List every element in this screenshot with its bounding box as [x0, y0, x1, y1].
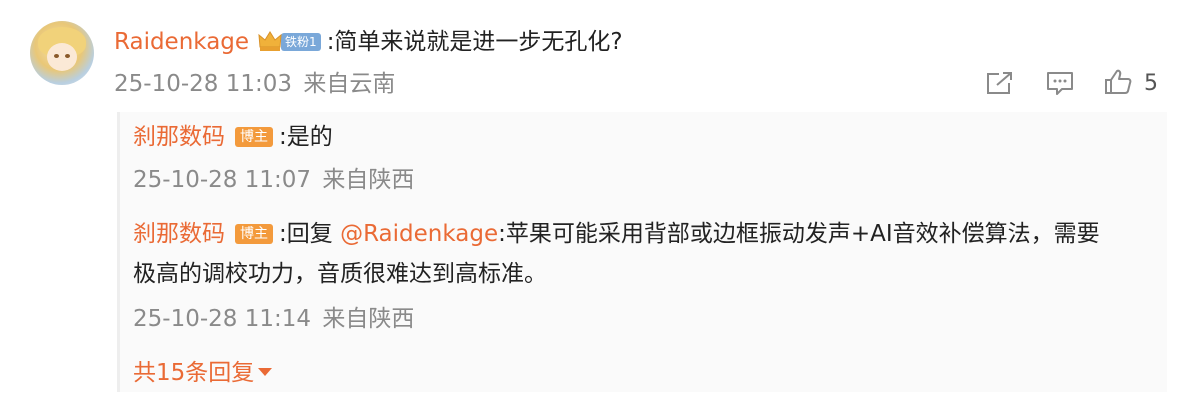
share-icon[interactable]: [985, 70, 1015, 96]
like-icon[interactable]: [1104, 68, 1134, 96]
comment-meta: 25-10-28 11:03 来自云南: [114, 69, 395, 99]
reply-text-line1: :苹果可能采用背部或边框振动发声+AI音效补偿算法，需要: [498, 221, 1100, 247]
reply-prefix: :回复: [279, 221, 341, 247]
reply-text-line2: 极高的调校功力，音质很难达到高标准。: [133, 261, 547, 287]
reply-time: 25-10-28 11:14: [133, 306, 311, 332]
avatar[interactable]: [30, 21, 94, 85]
reply-time: 25-10-28 11:07: [133, 167, 311, 193]
reply-text: :是的: [279, 124, 333, 150]
fan-badge[interactable]: 铁粉1: [281, 33, 321, 51]
comment-location: 来自云南: [303, 71, 396, 97]
reply-author[interactable]: 刹那数码: [133, 221, 225, 247]
like-count: 5: [1144, 71, 1158, 96]
mention-link[interactable]: @Raidenkage: [340, 221, 498, 247]
host-badge: 博主: [235, 224, 273, 244]
comment-time: 25-10-28 11:03: [114, 71, 292, 97]
reply-divider: [117, 112, 120, 392]
reply-2-meta: 25-10-28 11:14 来自陕西: [133, 304, 414, 334]
reply-2: 刹那数码 博主 :回复 @Raidenkage:苹果可能采用背部或边框振动发声+AI…: [133, 219, 1100, 249]
reply-location: 来自陕西: [322, 167, 415, 193]
comment-header: Raidenkage 铁粉1 :简单来说就是进一步无孔化?: [114, 27, 623, 57]
more-replies-link[interactable]: 共15条回复: [133, 358, 273, 388]
comment-text: :简单来说就是进一步无孔化?: [326, 29, 623, 55]
host-badge: 博主: [235, 127, 273, 147]
reply-1-meta: 25-10-28 11:07 来自陕西: [133, 165, 414, 195]
reply-1: 刹那数码 博主 :是的: [133, 122, 333, 152]
caret-down-icon: [258, 368, 273, 376]
reply-author[interactable]: 刹那数码: [133, 124, 225, 150]
replies-panel: [117, 112, 1167, 392]
reply-location: 来自陕西: [322, 306, 415, 332]
crown-icon: [257, 29, 283, 53]
comment-author[interactable]: Raidenkage: [114, 29, 249, 55]
more-replies-label: 共15条回复: [133, 360, 255, 386]
comment-icon[interactable]: [1045, 70, 1075, 98]
